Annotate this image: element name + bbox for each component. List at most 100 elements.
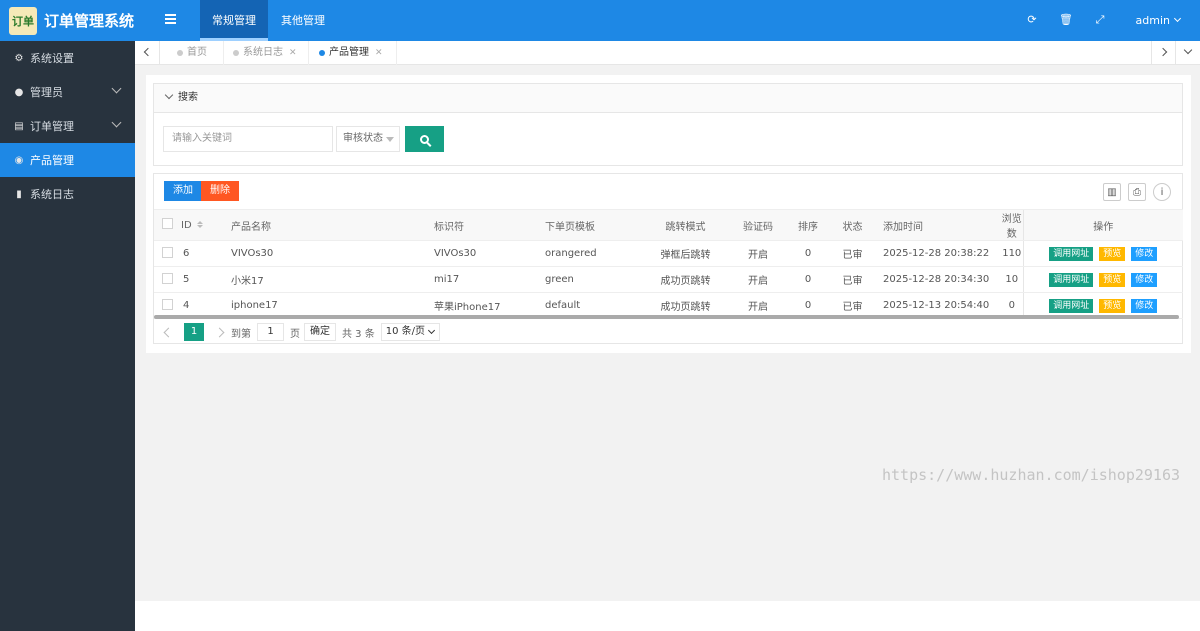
chevron-down-icon xyxy=(1173,14,1182,23)
edit-button[interactable]: 修改 xyxy=(1131,298,1158,313)
column-header-status: 状态 xyxy=(830,209,875,241)
header-tab-regular[interactable]: 常规管理 xyxy=(200,0,268,41)
cell-mode: 弹框后跳转 xyxy=(641,240,730,267)
row-checkbox[interactable] xyxy=(154,266,181,293)
cell-id: 5 xyxy=(181,266,231,293)
goto-label: 到第 xyxy=(231,328,251,340)
column-header-id[interactable]: ID xyxy=(181,209,231,241)
column-header-actions: 操作 xyxy=(1022,209,1183,241)
preview-button[interactable]: 预览 xyxy=(1099,272,1126,287)
search-button[interactable] xyxy=(405,126,444,152)
menu-toggle-icon[interactable] xyxy=(165,14,176,25)
call-url-button[interactable]: 调用网址 xyxy=(1049,246,1094,261)
search-panel-header[interactable]: 搜索 xyxy=(154,84,1182,113)
table-row: 5 小米17 mi17 green 成功页跳转 开启 0 已审 2025-12-… xyxy=(154,266,1183,293)
trash-icon[interactable]: 🗑 xyxy=(1059,13,1073,27)
delete-button[interactable]: 删除 xyxy=(201,181,239,201)
page-tab-product[interactable]: 产品管理 ✕ xyxy=(311,41,397,65)
sidebar-item-orders[interactable]: ▤ 订单管理 xyxy=(0,109,135,143)
close-icon[interactable]: ✕ xyxy=(289,48,297,58)
cell-sort: 0 xyxy=(786,240,830,267)
column-header-time: 添加时间 xyxy=(875,209,1001,241)
cell-views: 10 xyxy=(1001,266,1023,293)
tab-dot xyxy=(319,50,325,56)
cell-actions: 调用网址 预览 修改 xyxy=(1022,266,1183,293)
preview-button[interactable]: 预览 xyxy=(1099,298,1126,313)
header-tab-other[interactable]: 其他管理 xyxy=(269,0,337,41)
column-header-views: 浏览数 xyxy=(1001,209,1023,241)
edit-button[interactable]: 修改 xyxy=(1131,246,1158,261)
sidebar-item-label: 系统日志 xyxy=(30,188,74,201)
sort-icon[interactable] xyxy=(196,221,203,228)
cell-views: 110 xyxy=(1001,240,1023,267)
column-header-template: 下单页模板 xyxy=(545,209,641,241)
tabs-scroll-right-button[interactable] xyxy=(1151,41,1176,65)
sidebar-item-system-log[interactable]: ▮ 系统日志 xyxy=(0,177,135,211)
row-checkbox[interactable] xyxy=(154,240,181,267)
sidebar-item-products[interactable]: ◉ 产品管理 xyxy=(0,143,135,177)
page-tab-label: 系统日志 xyxy=(243,47,283,58)
sidebar-item-admins[interactable]: ● 管理员 xyxy=(0,75,135,109)
tab-dot xyxy=(233,50,239,56)
column-header-sort: 排序 xyxy=(786,209,830,241)
chevron-down-icon xyxy=(111,83,122,94)
page-tab-label: 产品管理 xyxy=(329,47,369,58)
status-select-value: 审核状态 xyxy=(343,133,383,144)
cell-key: VIVOs30 xyxy=(434,240,545,267)
print-icon[interactable]: ⎙ xyxy=(1128,183,1146,201)
keyword-input[interactable]: 请输入关键词 xyxy=(163,126,333,152)
search-panel-title: 搜索 xyxy=(178,92,198,103)
prev-page-icon[interactable] xyxy=(163,327,174,337)
cell-template: green xyxy=(545,266,641,293)
cell-name: VIVOs30 xyxy=(231,240,434,267)
cell-key: mi17 xyxy=(434,266,545,293)
table-panel: 添加 删除 ▥ ⎙ i ID 产品名称 标识符 下单页模板 跳转模式 验证码 排… xyxy=(153,173,1183,344)
sidebar-item-system-settings[interactable]: ⚙ 系统设置 xyxy=(0,41,135,75)
current-page[interactable]: 1 xyxy=(184,323,204,341)
select-all-checkbox[interactable] xyxy=(154,209,181,241)
product-table: ID 产品名称 标识符 下单页模板 跳转模式 验证码 排序 状态 添加时间 浏览… xyxy=(154,209,1183,319)
chevron-down-icon xyxy=(427,326,435,335)
cell-mode: 成功页跳转 xyxy=(641,266,730,293)
page-tab-home[interactable]: 首页 xyxy=(169,41,224,65)
cell-captcha: 开启 xyxy=(730,266,786,293)
page-tab-system-log[interactable]: 系统日志 ✕ xyxy=(225,41,309,65)
edit-button[interactable]: 修改 xyxy=(1131,272,1158,287)
close-icon[interactable]: ✕ xyxy=(375,48,383,58)
table-header-row: ID 产品名称 标识符 下单页模板 跳转模式 验证码 排序 状态 添加时间 浏览… xyxy=(154,209,1183,241)
add-button[interactable]: 添加 xyxy=(164,181,202,201)
preview-button[interactable]: 预览 xyxy=(1099,246,1126,261)
sidebar-item-label: 订单管理 xyxy=(30,120,74,133)
column-header-key: 标识符 xyxy=(434,209,545,241)
cell-template: orangered xyxy=(545,240,641,267)
page-unit-label: 页 xyxy=(290,328,300,340)
product-icon: ◉ xyxy=(14,154,24,166)
goto-page-input[interactable]: 1 xyxy=(257,323,284,341)
user-name: admin xyxy=(1135,14,1170,27)
page-size-select[interactable]: 10 条/页 xyxy=(380,323,440,341)
cell-status: 已审 xyxy=(830,240,875,267)
list-icon: ▤ xyxy=(14,120,24,132)
app-title: 订单管理系统 xyxy=(44,12,135,30)
goto-confirm-button[interactable]: 确定 xyxy=(304,323,336,341)
columns-filter-icon[interactable]: ▥ xyxy=(1103,183,1121,201)
status-select[interactable]: 审核状态 xyxy=(336,126,400,152)
cell-time: 2025-12-28 20:38:22 xyxy=(875,240,1001,267)
refresh-icon[interactable]: ⟳ xyxy=(1025,13,1039,27)
tabs-menu-button[interactable] xyxy=(1176,41,1200,65)
column-header-captcha: 验证码 xyxy=(730,209,786,241)
user-menu[interactable]: admin xyxy=(1135,0,1182,41)
horizontal-scrollbar[interactable] xyxy=(154,315,1179,319)
tabs-scroll-left-button[interactable] xyxy=(135,41,160,65)
main-content: 搜索 请输入关键词 审核状态 添加 删除 ▥ ⎙ i ID 产品名称 标识符 下… xyxy=(146,75,1191,353)
call-url-button[interactable]: 调用网址 xyxy=(1049,298,1094,313)
call-url-button[interactable]: 调用网址 xyxy=(1049,272,1094,287)
sidebar-menu: ⚙ 系统设置 ● 管理员 ▤ 订单管理 ◉ 产品管理 ▮ 系统日志 xyxy=(0,41,135,211)
logo-bar: 订单 订单管理系统 xyxy=(0,0,135,41)
search-panel: 搜索 请输入关键词 审核状态 xyxy=(153,83,1183,166)
footer-bar xyxy=(135,601,1200,631)
table-row: 6 VIVOs30 VIVOs30 orangered 弹框后跳转 开启 0 已… xyxy=(154,240,1183,267)
fullscreen-icon[interactable]: ⤢ xyxy=(1093,13,1107,27)
info-icon[interactable]: i xyxy=(1153,183,1171,201)
next-page-icon[interactable] xyxy=(214,327,225,337)
